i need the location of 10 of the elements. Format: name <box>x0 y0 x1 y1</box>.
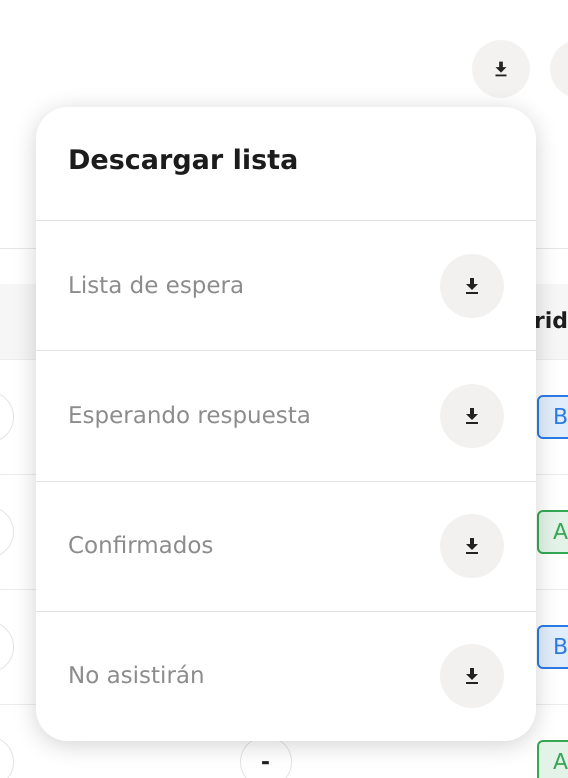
menu-item-label: No asistirán <box>68 663 205 690</box>
priority-tag: B <box>537 395 568 439</box>
menu-item-label: Lista de espera <box>68 272 244 299</box>
priority-tag: B <box>537 625 568 669</box>
menu-item-label: Esperando respuesta <box>68 402 311 429</box>
priority-tag: A <box>537 740 568 778</box>
menu-item-label: Confirmados <box>68 533 214 560</box>
menu-title: Descargar lista <box>36 107 536 221</box>
priority-tag: A <box>537 510 568 554</box>
column-header: rid <box>534 309 568 334</box>
